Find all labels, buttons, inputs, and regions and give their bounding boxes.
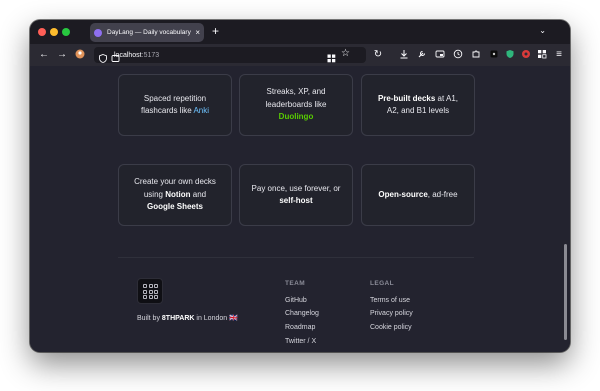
url-port: :5173 xyxy=(141,51,160,59)
feature-text: Pay once, use forever, or self-host xyxy=(250,183,342,208)
built-by-text: Built by 8THPARK in London 🇬🇧 xyxy=(137,314,238,322)
minimize-window-button[interactable] xyxy=(50,28,58,36)
tab-daylang[interactable]: DayLang — Daily vocabulary bu × xyxy=(90,23,204,42)
footer-link-twitter[interactable]: Twitter / X xyxy=(285,338,316,345)
tab-title: DayLang — Daily vocabulary bu xyxy=(107,29,193,36)
duolingo-link[interactable]: Duolingo xyxy=(279,112,314,121)
browser-window: DayLang — Daily vocabulary bu × + ⌄ ← → … xyxy=(30,20,570,352)
feature-card-open-source: Open-source, ad-free xyxy=(361,164,475,226)
feature-card-flashcards: Spaced repetition flashcards like Anki xyxy=(118,74,232,136)
bookmark-star-icon[interactable]: ☆ xyxy=(341,48,350,59)
page-scrollbar[interactable] xyxy=(564,244,567,340)
footer-link-roadmap[interactable]: Roadmap xyxy=(285,324,315,331)
daylang-favicon-icon xyxy=(94,28,102,37)
url-text: localhost:5173 xyxy=(114,52,159,59)
extension-grid-icon[interactable] xyxy=(536,49,548,61)
close-tab-icon[interactable]: × xyxy=(195,28,200,37)
footer-link-privacy[interactable]: Privacy policy xyxy=(370,310,413,317)
address-bar[interactable]: localhost:5173 ☆ xyxy=(94,47,366,63)
feature-card-decks: Pre-built decks at A1, A2, and B1 levels xyxy=(361,74,475,136)
close-window-button[interactable] xyxy=(38,28,46,36)
maximize-window-button[interactable] xyxy=(62,28,70,36)
hamburger-menu-icon[interactable]: ≡ xyxy=(553,49,565,61)
tools-wrench-icon[interactable] xyxy=(416,49,428,61)
feature-strong: self-host xyxy=(279,196,313,205)
tab-strip: DayLang — Daily vocabulary bu × + ⌄ xyxy=(30,20,570,44)
extensions-puzzle-icon[interactable] xyxy=(470,49,482,61)
extension-red-icon[interactable] xyxy=(520,49,532,61)
footer-legal-heading: LEGAL xyxy=(370,280,395,287)
extension-black-icon[interactable] xyxy=(488,49,500,61)
feature-text: Spaced repetition flashcards like Anki xyxy=(129,93,221,118)
page-content: Spaced repetition flashcards like Anki S… xyxy=(30,66,570,352)
built-by-suffix: in London 🇬🇧 xyxy=(194,315,238,322)
forward-arrow-icon[interactable]: → xyxy=(56,49,68,61)
built-by-prefix: Built by xyxy=(137,315,162,322)
footer-link-cookie[interactable]: Cookie policy xyxy=(370,324,412,331)
feature-text-part: Pay once, use forever, or xyxy=(251,183,341,193)
feature-strong: Open-source xyxy=(378,189,428,199)
footer-link-changelog[interactable]: Changelog xyxy=(285,310,319,317)
anki-link[interactable]: Anki xyxy=(193,106,209,115)
feature-card-own-decks: Create your own decks using Notion and G… xyxy=(118,164,232,226)
list-all-tabs-button[interactable]: ⌄ xyxy=(539,26,546,35)
footer-link-github[interactable]: GitHub xyxy=(285,297,307,304)
footer-team-heading: TEAM xyxy=(285,280,306,287)
feature-text-part: , ad-free xyxy=(427,189,458,199)
feature-strong: Pre-built decks xyxy=(377,93,436,103)
feature-text: Pre-built decks at A1, A2, and B1 levels xyxy=(372,93,464,118)
account-avatar-icon[interactable] xyxy=(74,49,86,61)
feature-card-streaks: Streaks, XP, and leaderboards like Duoli… xyxy=(239,74,353,136)
history-icon[interactable] xyxy=(452,49,464,61)
feature-text: Create your own decks using Notion and G… xyxy=(129,176,221,214)
logo-grid-icon xyxy=(143,284,158,299)
8thpark-logo[interactable] xyxy=(137,278,163,304)
feature-strong: Notion xyxy=(165,189,191,199)
reload-icon[interactable]: ↻ xyxy=(372,49,384,61)
downloads-icon[interactable] xyxy=(398,49,410,61)
feature-card-pricing: Pay once, use forever, or self-host xyxy=(239,164,353,226)
back-arrow-icon[interactable]: ← xyxy=(38,49,50,61)
footer-divider xyxy=(118,257,474,258)
feature-text-part: and xyxy=(190,189,207,199)
extension-shield-green-icon[interactable] xyxy=(504,49,516,61)
built-by-brand[interactable]: 8THPARK xyxy=(162,315,195,322)
navigation-toolbar: ← → localhost:5173 ☆ ↻ ≡ xyxy=(30,44,570,66)
picture-in-picture-icon[interactable] xyxy=(434,49,446,61)
footer-link-terms[interactable]: Terms of use xyxy=(370,297,410,304)
feature-text-part: Streaks, XP, and leaderboards like xyxy=(265,87,327,109)
feature-text: Streaks, XP, and leaderboards like Duoli… xyxy=(250,86,342,124)
feature-text: Open-source, ad-free xyxy=(378,189,457,202)
feature-strong: Google Sheets xyxy=(146,202,203,212)
new-tab-button[interactable]: + xyxy=(212,24,219,38)
